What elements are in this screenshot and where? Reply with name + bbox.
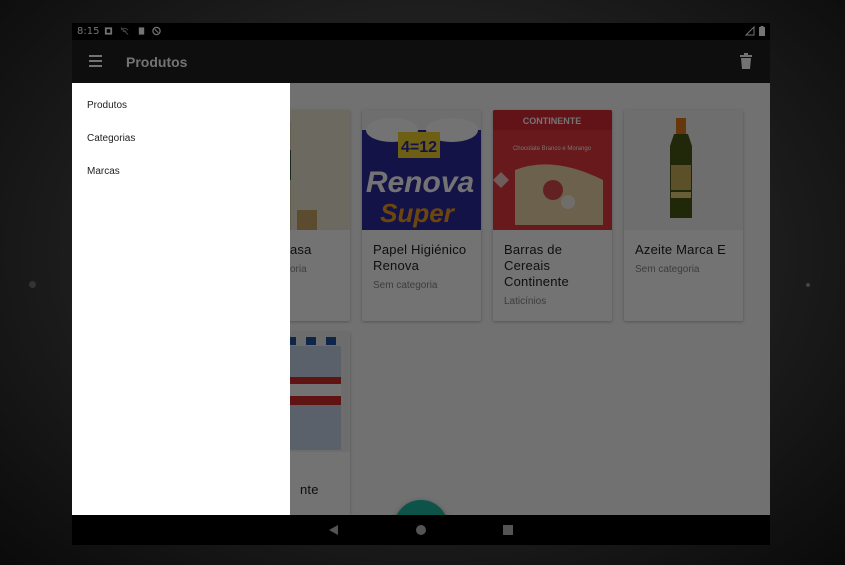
page-title: Produtos [126, 54, 188, 70]
package-text: 4=12 [401, 139, 437, 156]
drawer-item-marcas[interactable]: Marcas [87, 166, 120, 177]
product-name: Azeite Marca E [635, 242, 726, 257]
status-time: 8:15 [77, 26, 100, 37]
product-card[interactable]: Azeite Marca E Sem categoria [624, 110, 743, 321]
status-bar: 8:15 [72, 23, 770, 40]
product-image [624, 110, 743, 230]
drawer-item-categorias[interactable]: Categorias [87, 133, 135, 144]
product-name: Barras de Cereais Continente [504, 242, 569, 289]
package-sub: Chocolate Branco e Morango [513, 146, 592, 152]
hamburger-menu-icon[interactable] [89, 55, 103, 67]
sync-icon [152, 26, 161, 36]
product-image: 4=12 Renova Super [362, 110, 481, 230]
tablet-screen: 8:15 Produtos EIA [72, 23, 770, 545]
device-camera-dot [29, 281, 36, 288]
navigation-bar [72, 515, 770, 545]
product-category: Sem categoria [635, 264, 700, 275]
drawer-item-produtos[interactable]: Produtos [87, 100, 127, 111]
trash-icon[interactable] [739, 53, 753, 70]
notification-icon [104, 27, 113, 35]
navigation-drawer: Produtos Categorias Marcas [72, 83, 290, 515]
signal-icon [745, 26, 755, 36]
product-category: Sem categoria [373, 280, 438, 291]
back-icon[interactable] [329, 525, 338, 535]
product-card[interactable]: 4=12 Renova Super Papel Higiénico Renova… [362, 110, 481, 321]
sd-card-icon [138, 27, 145, 35]
product-card[interactable]: CONTINENTE Chocolate Branco e Morango Ba… [493, 110, 612, 321]
product-category: Laticínios [504, 296, 547, 307]
app-bar: Produtos [72, 40, 770, 83]
wifi-off-icon [120, 27, 129, 35]
home-icon[interactable] [416, 525, 426, 535]
package-brand: Renova [366, 166, 474, 199]
package-brand: CONTINENTE [523, 116, 582, 126]
product-name: Papel Higiénico Renova [373, 242, 467, 273]
battery-icon [759, 26, 765, 36]
device-sensor-dot [806, 283, 810, 287]
package-sub: Super [380, 198, 456, 228]
recents-icon[interactable] [503, 525, 513, 535]
product-image: CONTINENTE Chocolate Branco e Morango [493, 110, 612, 230]
